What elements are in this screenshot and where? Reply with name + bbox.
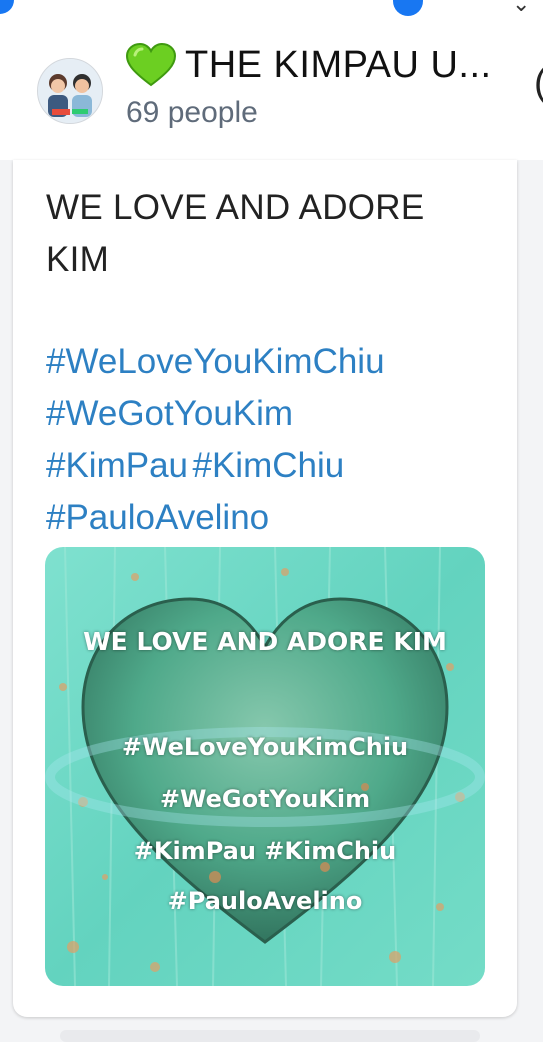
member-count: 69 people bbox=[126, 96, 258, 129]
partial-icon-left[interactable] bbox=[0, 0, 14, 14]
group-title[interactable]: THE KIMPAU U... bbox=[125, 40, 520, 90]
post-title-line-2: KIM bbox=[46, 240, 110, 279]
chevron-icon[interactable]: ⌄ bbox=[512, 0, 530, 17]
next-post-edge bbox=[60, 1030, 480, 1042]
avatar-photo-icon bbox=[38, 59, 102, 123]
hashtag-pauloavelino[interactable]: #PauloAvelino bbox=[46, 492, 496, 544]
hashtag-kimpau[interactable]: #KimPau bbox=[46, 446, 188, 485]
image-tag-4: #PauloAvelino bbox=[167, 887, 363, 915]
group-avatar[interactable] bbox=[37, 58, 103, 124]
top-bar: ⌄ bbox=[0, 0, 543, 33]
hashtag-kimchiu[interactable]: #KimChiu bbox=[192, 446, 344, 485]
image-tag-3: #KimPau #KimChiu bbox=[133, 837, 397, 865]
post-image[interactable]: WE LOVE AND ADORE KIM #WeLoveYouKimChiu … bbox=[45, 547, 485, 986]
more-icon[interactable]: ( bbox=[534, 62, 543, 105]
image-tag-2: #WeGotYouKim bbox=[159, 785, 371, 813]
hashtag-list: #WeLoveYouKimChiu #WeGotYouKim #KimPau #… bbox=[46, 336, 496, 544]
partial-icon-middle[interactable] bbox=[393, 0, 423, 16]
post-title: WE LOVE AND ADORE KIM bbox=[46, 182, 476, 286]
image-overlay-text: WE LOVE AND ADORE KIM #WeLoveYouKimChiu … bbox=[45, 547, 485, 986]
hashtag-weloveyoukimchiu[interactable]: #WeLoveYouKimChiu bbox=[46, 336, 496, 388]
image-tag-1: #WeLoveYouKimChiu bbox=[121, 733, 409, 761]
green-heart-icon bbox=[125, 43, 177, 87]
image-heading: WE LOVE AND ADORE KIM bbox=[83, 627, 447, 656]
group-title-text: THE KIMPAU U... bbox=[185, 43, 492, 86]
hashtag-wegotyoukim[interactable]: #WeGotYouKim bbox=[46, 388, 496, 440]
post-title-line-1: WE LOVE AND ADORE bbox=[46, 188, 425, 227]
